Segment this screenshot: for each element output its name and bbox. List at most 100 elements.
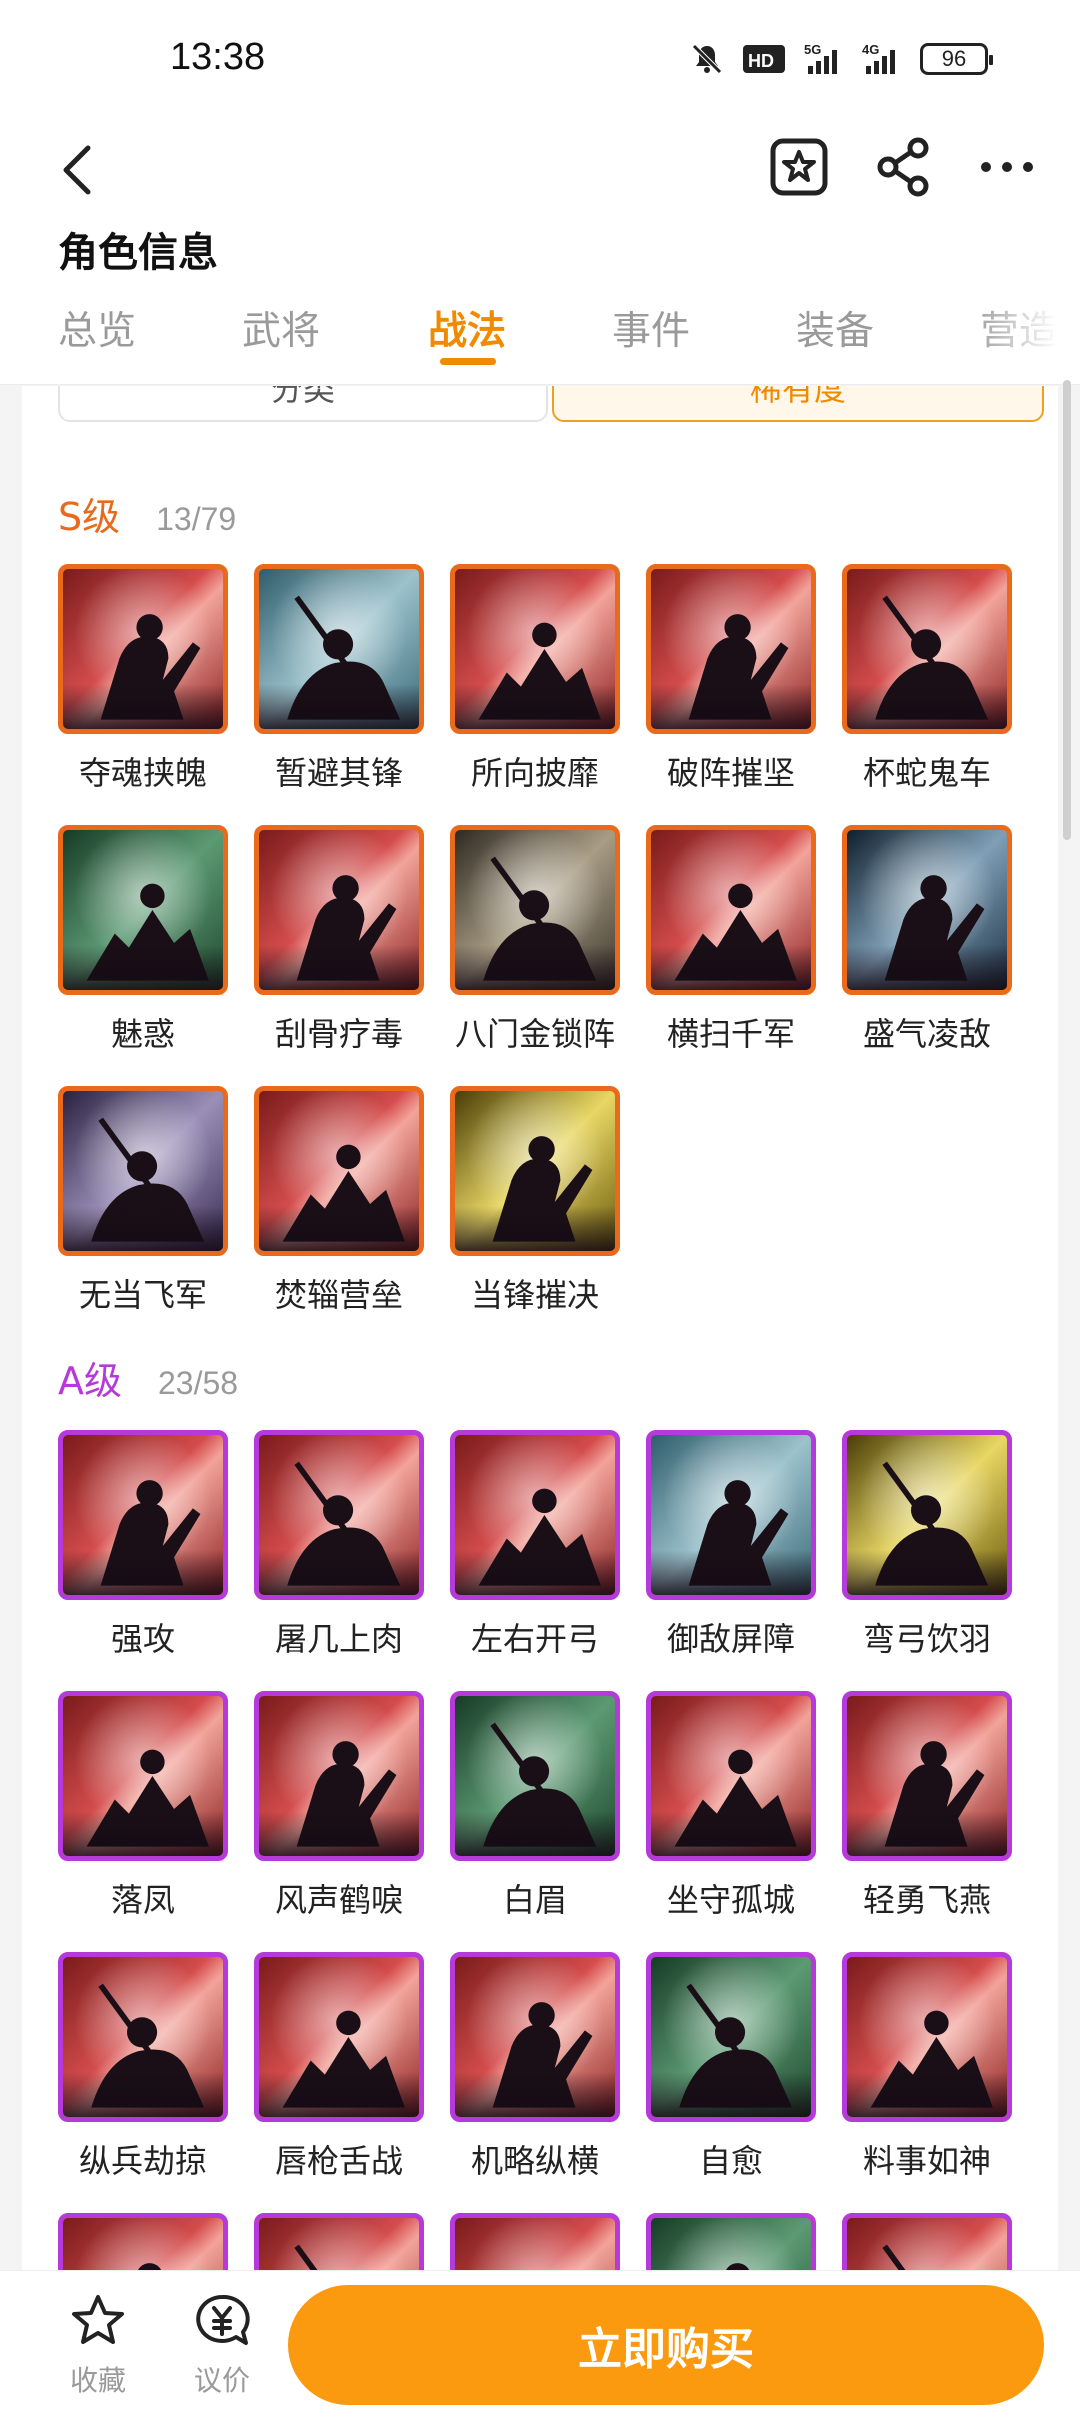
skill-icon — [646, 1430, 816, 1600]
skill-icon — [842, 1952, 1012, 2122]
tab-generals[interactable]: 武将 — [242, 300, 320, 356]
skill-card[interactable] — [450, 2213, 620, 2270]
skill-icon — [450, 1430, 620, 1600]
skill-card[interactable]: 魅惑 — [58, 825, 228, 1053]
skill-card[interactable]: 无当飞军 — [58, 1086, 228, 1314]
skill-icon — [254, 564, 424, 734]
tab-overview[interactable]: 总览 — [58, 300, 136, 356]
skill-icon — [58, 1691, 228, 1861]
buy-now-button[interactable]: 立即购买 — [288, 2285, 1044, 2405]
tab-equipment[interactable]: 装备 — [796, 300, 874, 356]
skill-name: 强攻 — [110, 1620, 175, 1658]
skill-name: 御敌屏障 — [666, 1620, 795, 1658]
skill-name: 屠几上肉 — [274, 1620, 403, 1658]
skill-icon — [646, 1691, 816, 1861]
skill-name: 白眉 — [502, 1881, 567, 1919]
skill-icon — [58, 1430, 228, 1600]
skill-icon — [254, 1952, 424, 2122]
battery-icon: 96 — [920, 43, 993, 75]
skill-card[interactable]: 左右开弓 — [450, 1430, 620, 1658]
category-filter-button[interactable]: 分类 — [58, 386, 548, 422]
rarity-filter-button[interactable]: 稀有度 — [552, 386, 1044, 422]
skill-icon — [450, 564, 620, 734]
skill-name: 弯弓饮羽 — [862, 1620, 991, 1658]
skill-card[interactable]: 横扫千军 — [646, 825, 816, 1053]
skill-card[interactable]: 刮骨疗毒 — [254, 825, 424, 1053]
skill-name: 轻勇飞燕 — [862, 1881, 991, 1919]
tactics-list[interactable]: 分类 稀有度 S级 13/79 夺魂挟魄 暂避其锋 所向披靡 破阵摧坚 杯蛇鬼车魅惑 刮骨… — [22, 386, 1058, 2270]
skill-card[interactable]: 焚辎营垒 — [254, 1086, 424, 1314]
skill-card[interactable]: 破阵摧坚 — [646, 564, 816, 792]
skill-card[interactable]: 料事如神 — [842, 1952, 1012, 2180]
skill-name: 夺魂挟魄 — [78, 754, 207, 792]
tab-bar: 总览 武将 战法 事件 装备 营造 — [0, 290, 1080, 380]
skill-name: 暂避其锋 — [274, 754, 403, 792]
scrollbar[interactable] — [1063, 380, 1071, 840]
skill-icon — [646, 825, 816, 995]
skill-card[interactable] — [842, 2213, 1012, 2270]
mute-bell-icon — [692, 44, 722, 74]
skill-icon — [450, 1086, 620, 1256]
skill-name: 坐守孤城 — [666, 1881, 795, 1919]
svg-text:5G: 5G — [804, 42, 821, 57]
tier-count: 23/58 — [158, 1365, 239, 1401]
skill-card[interactable]: 盛气凌敌 — [842, 825, 1012, 1053]
skill-card[interactable]: 御敌屏障 — [646, 1430, 816, 1658]
svg-text:HD: HD — [748, 51, 774, 71]
skill-card[interactable]: 屠几上肉 — [254, 1430, 424, 1658]
star-icon — [72, 2295, 124, 2344]
skill-card[interactable]: 八门金锁阵 — [450, 825, 620, 1053]
back-button[interactable] — [52, 134, 102, 204]
favorite-button[interactable]: 收藏 — [48, 2291, 148, 2399]
skill-icon — [254, 1086, 424, 1256]
skill-card[interactable]: 暂避其锋 — [254, 564, 424, 792]
skill-icon — [254, 1430, 424, 1600]
tab-events[interactable]: 事件 — [612, 300, 690, 356]
section-header-s: S级 13/79 — [58, 486, 236, 541]
skill-card[interactable]: 白眉 — [450, 1691, 620, 1919]
skill-card[interactable]: 所向披靡 — [450, 564, 620, 792]
favorite-star-button[interactable] — [764, 130, 834, 200]
skill-card[interactable] — [58, 2213, 228, 2270]
skill-name: 当锋摧决 — [470, 1276, 599, 1314]
skill-card[interactable]: 杯蛇鬼车 — [842, 564, 1012, 792]
skill-icon — [842, 825, 1012, 995]
skill-card[interactable]: 强攻 — [58, 1430, 228, 1658]
skill-card[interactable]: 自愈 — [646, 1952, 816, 2180]
skill-card[interactable]: 风声鹤唳 — [254, 1691, 424, 1919]
skill-card[interactable]: 机略纵横 — [450, 1952, 620, 2180]
battery-level: 96 — [941, 46, 967, 71]
skill-icon — [58, 1086, 228, 1256]
tier-label: S级 — [58, 495, 121, 539]
skill-icon — [254, 2213, 424, 2270]
skill-name: 落凤 — [110, 1881, 175, 1919]
a-tier-grid: 强攻 屠几上肉 左右开弓 御敌屏障 弯弓饮羽落凤 风声鹤唳 白眉 坐守孤城 轻勇飞燕纵兵劫掠 唇枪… — [58, 1430, 1012, 2270]
skill-card[interactable]: 纵兵劫掠 — [58, 1952, 228, 2180]
section-header-a: A级 23/58 — [58, 1350, 238, 1405]
share-button[interactable] — [868, 130, 938, 200]
skill-name: 八门金锁阵 — [454, 1015, 615, 1053]
skill-card[interactable]: 坐守孤城 — [646, 1691, 816, 1919]
favorite-label: 收藏 — [69, 2364, 126, 2397]
skill-name: 风声鹤唳 — [274, 1881, 403, 1919]
skill-icon — [254, 825, 424, 995]
skill-card[interactable]: 夺魂挟魄 — [58, 564, 228, 792]
skill-card[interactable]: 落凤 — [58, 1691, 228, 1919]
skill-card[interactable]: 弯弓饮羽 — [842, 1430, 1012, 1658]
skill-card[interactable] — [646, 2213, 816, 2270]
skill-icon — [58, 564, 228, 734]
skill-card[interactable]: 当锋摧决 — [450, 1086, 620, 1314]
skill-card[interactable]: 唇枪舌战 — [254, 1952, 424, 2180]
skill-icon — [450, 1691, 620, 1861]
tabs-fade — [970, 290, 1080, 380]
tab-tactics[interactable]: 战法 — [428, 300, 506, 356]
skill-icon — [646, 2213, 816, 2270]
page-title: 角色信息 — [58, 230, 218, 276]
skill-icon — [58, 1952, 228, 2122]
skill-icon — [450, 1952, 620, 2122]
bargain-button[interactable]: 议价 — [172, 2291, 272, 2399]
more-button[interactable] — [972, 130, 1042, 200]
skill-name: 盛气凌敌 — [862, 1015, 991, 1053]
skill-card[interactable]: 轻勇飞燕 — [842, 1691, 1012, 1919]
skill-card[interactable] — [254, 2213, 424, 2270]
